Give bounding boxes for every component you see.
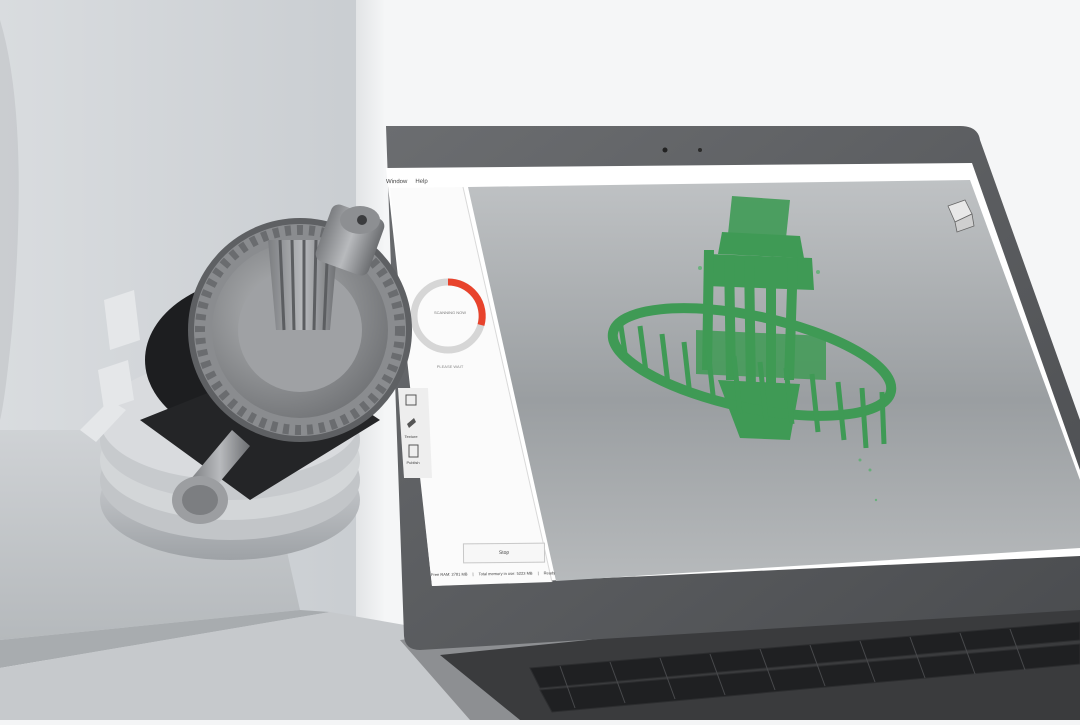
app-menu-bar: Window Help bbox=[386, 176, 428, 188]
stop-button[interactable]: Stop bbox=[462, 542, 546, 564]
scan-status-text: PLEASE WAIT bbox=[436, 364, 464, 369]
scan-progress-label: SCANNING NOW bbox=[434, 310, 466, 315]
menu-window[interactable]: Window bbox=[386, 176, 407, 188]
status-separator: | bbox=[537, 570, 539, 576]
tool-texture[interactable]: Texture bbox=[401, 434, 421, 439]
status-ready: Ready bbox=[543, 570, 556, 576]
menu-help[interactable]: Help bbox=[415, 176, 427, 188]
status-free-ram: Free RAM: 2781 MB bbox=[431, 571, 468, 577]
tool-publish[interactable]: Publish bbox=[403, 460, 423, 465]
status-memory-in-use: Total memory in use: 5223 MB bbox=[478, 570, 533, 577]
scene-drawing bbox=[0, 0, 1080, 720]
status-separator: | bbox=[472, 571, 474, 577]
photo-scene: Window Help SCANNING NOW PLEASE WAIT Tex… bbox=[0, 0, 1080, 720]
